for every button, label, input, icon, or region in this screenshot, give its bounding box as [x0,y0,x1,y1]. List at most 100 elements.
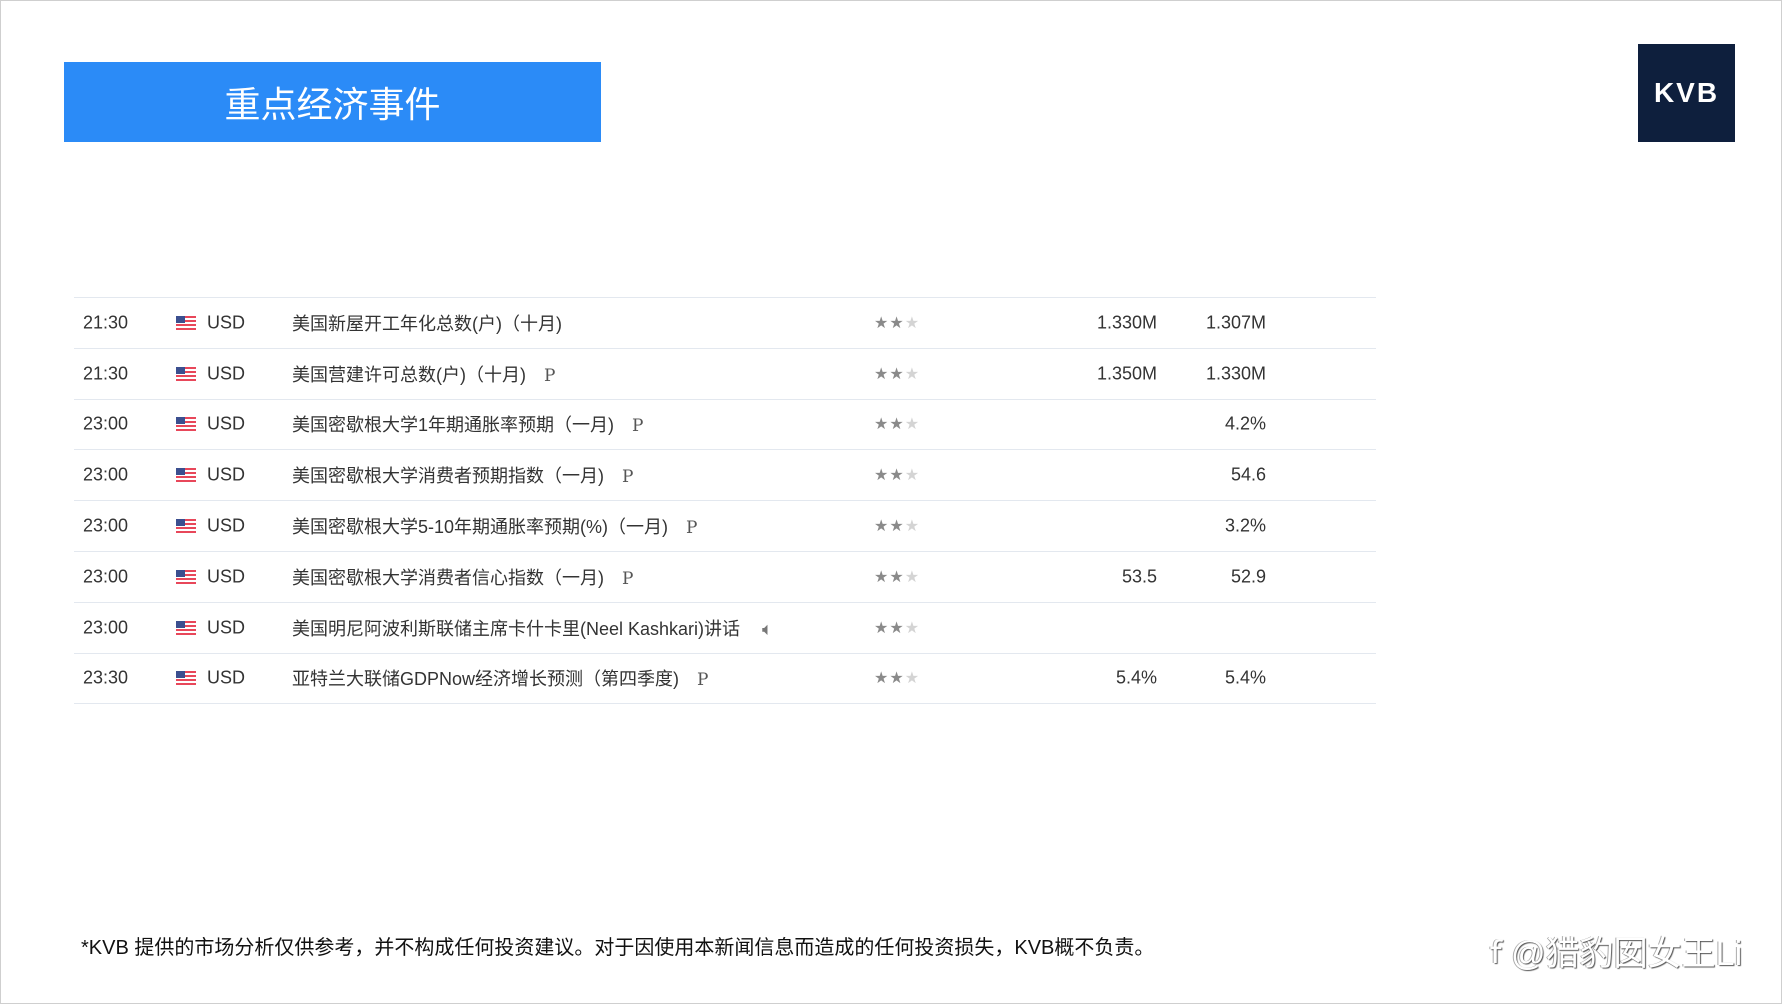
star-icon: ★ [889,518,905,536]
star-icon: ★ [889,314,905,332]
event-cell: 美国密歇根大学消费者信心指数（一月) P [292,564,633,590]
event-time: 23:00 [83,617,129,638]
table-row[interactable]: 23:00 USD 美国明尼阿波利斯联储主席卡什卡里(Neel Kashkari… [74,603,1376,654]
event-cell: 美国密歇根大学5-10年期通胀率预期(%)（一月) P [292,513,697,539]
event-time: 23:30 [83,667,129,688]
table-row[interactable]: 21:30 USD 美国营建许可总数(户)（十月) P ★★★ 1.350M 1.… [74,349,1376,400]
previous-value: 5.4% [1115,667,1157,688]
event-name: 美国密歇根大学消费者信心指数（一月) [292,567,604,588]
star-icon: ★ [889,568,905,586]
page-title: 重点经济事件 [64,62,601,142]
speaker-icon: 🔈︎ [762,618,773,639]
currency: USD [207,515,246,536]
forecast-value: 1.307M [1205,312,1266,333]
us-flag-icon [176,366,196,381]
forecast-value: 4.2% [1224,413,1266,434]
star-icon: ★ [904,619,921,637]
star-icon: ★ [904,518,921,536]
event-cell: 美国营建许可总数(户)（十月) P [292,361,555,387]
star-icon: ★ [889,416,905,434]
star-icon: ★ [889,670,905,688]
importance-stars: ★★★ [874,364,920,384]
event-time: 23:00 [83,566,129,587]
importance-stars: ★★★ [874,465,920,485]
event-time: 21:30 [83,312,129,333]
table-row[interactable]: 23:00 USD 美国密歇根大学1年期通胀率预期（一月) P ★★★ 4.2% [74,400,1376,451]
importance-stars: ★★★ [874,618,920,638]
star-icon: ★ [889,365,905,383]
us-flag-icon [176,671,196,686]
star-icon: ★ [874,670,890,688]
preliminary-tag: P [697,670,709,691]
event-cell: 亚特兰大联储GDPNow经济增长预测（第四季度) P [292,665,708,691]
us-flag-icon [176,468,196,483]
forecast-value: 54.6 [1230,464,1266,485]
table-row[interactable]: 23:00 USD 美国密歇根大学消费者信心指数（一月) P ★★★ 53.5 5… [74,552,1376,603]
preliminary-tag: P [622,568,634,589]
star-icon: ★ [874,568,890,586]
event-cell: 美国密歇根大学1年期通胀率预期（一月) P [292,411,643,437]
event-name: 美国明尼阿波利斯联储主席卡什卡里(Neel Kashkari)讲话 [292,618,741,639]
event-time: 23:00 [83,515,129,536]
forecast-value: 52.9 [1230,566,1266,587]
kvb-logo: KVB [1638,44,1735,142]
event-time: 23:00 [83,464,129,485]
currency: USD [207,363,246,384]
event-name: 美国营建许可总数(户)（十月) [292,364,526,385]
table-row[interactable]: 21:30 USD 美国新屋开工年化总数(户)（十月) ★★★ 1.330M 1… [74,298,1376,349]
star-icon: ★ [904,365,921,383]
star-icon: ★ [889,467,905,485]
star-icon: ★ [904,670,921,688]
star-icon: ★ [874,416,890,434]
table-row[interactable]: 23:30 USD 亚特兰大联储GDPNow经济增长预测（第四季度) P ★★★ … [74,654,1376,705]
event-cell: 美国明尼阿波利斯联储主席卡什卡里(Neel Kashkari)讲话 🔈︎ [292,615,773,641]
importance-stars: ★★★ [874,414,920,434]
us-flag-icon [176,417,196,432]
currency: USD [207,667,246,688]
currency: USD [207,617,246,638]
currency: USD [207,566,246,587]
star-icon: ★ [874,314,890,332]
us-flag-icon [176,620,196,635]
currency: USD [207,413,246,434]
star-icon: ★ [904,568,921,586]
importance-stars: ★★★ [874,313,920,333]
preliminary-tag: P [686,518,698,539]
events-table: 21:30 USD 美国新屋开工年化总数(户)（十月) ★★★ 1.330M 1… [74,297,1376,705]
preliminary-tag: P [632,416,644,437]
importance-stars: ★★★ [874,567,920,587]
preliminary-tag: P [543,365,556,386]
star-icon: ★ [874,467,890,485]
star-icon: ★ [904,416,921,434]
forecast-value: 3.2% [1224,515,1266,536]
us-flag-icon [176,569,196,584]
event-time: 21:30 [83,363,129,384]
importance-stars: ★★★ [874,668,920,688]
event-name: 亚特兰大联储GDPNow经济增长预测（第四季度) [292,669,680,690]
watermark: ꬵ @猎豹囡女王Li [1490,935,1743,973]
us-flag-icon [176,315,196,330]
disclaimer: *KVB 提供的市场分析仅供参考，并不构成任何投资建议。对于因使用本新闻信息而造… [81,937,1155,959]
event-cell: 美国新屋开工年化总数(户)（十月) [292,310,562,336]
previous-value: 1.350M [1096,363,1157,384]
event-name: 美国密歇根大学消费者预期指数（一月) [292,466,604,487]
star-icon: ★ [904,314,921,332]
star-icon: ★ [889,619,905,637]
event-name: 美国密歇根大学5-10年期通胀率预期(%)（一月) [292,517,669,538]
star-icon: ★ [904,467,921,485]
forecast-value: 1.330M [1205,363,1266,384]
forecast-value: 5.4% [1224,667,1266,688]
previous-value: 53.5 [1121,566,1157,587]
event-cell: 美国密歇根大学消费者预期指数（一月) P [292,462,633,488]
event-name: 美国新屋开工年化总数(户)（十月) [292,313,562,334]
event-time: 23:00 [83,413,129,434]
us-flag-icon [176,519,196,534]
currency: USD [207,312,246,333]
star-icon: ★ [874,619,890,637]
preliminary-tag: P [622,467,634,488]
star-icon: ★ [874,518,890,536]
importance-stars: ★★★ [874,516,920,536]
currency: USD [207,464,246,485]
table-row[interactable]: 23:00 USD 美国密歇根大学消费者预期指数（一月) P ★★★ 54.6 [74,450,1376,502]
table-row[interactable]: 23:00 USD 美国密歇根大学5-10年期通胀率预期(%)（一月) P ★★★… [74,501,1376,552]
